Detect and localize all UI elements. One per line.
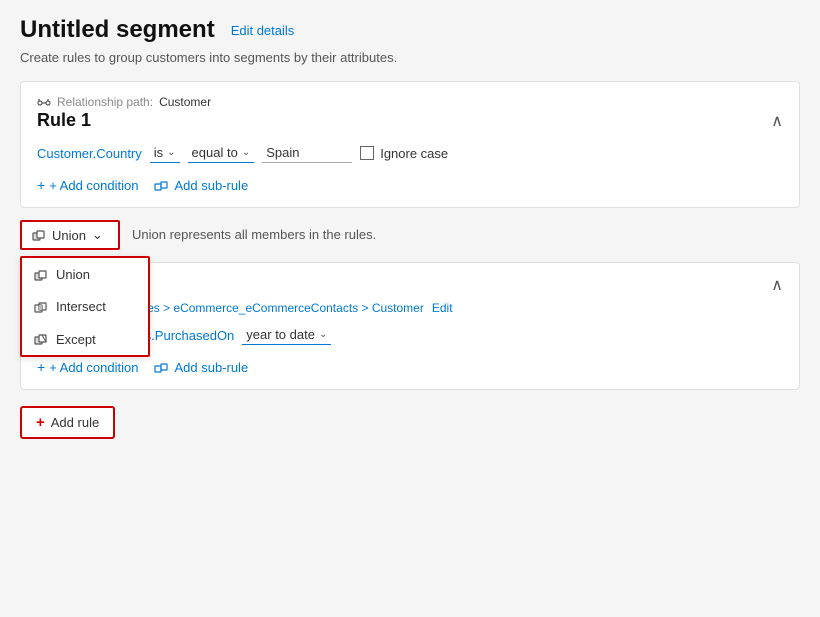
dropdown-item-union[interactable]: Union: [22, 258, 148, 290]
page-title: Untitled segment: [20, 16, 215, 44]
intersect-option-icon: [34, 299, 48, 315]
ignore-case-row: Ignore case: [360, 146, 448, 161]
intersect-option-label: Intersect: [56, 299, 106, 314]
rule1-collapse-icon[interactable]: ∧: [771, 111, 783, 131]
rule1-condition-row: Customer.Country is ⌄ equal to ⌄ Ignore …: [37, 143, 783, 163]
rule1-operator-is[interactable]: is ⌄: [150, 143, 180, 163]
rule1-title: Rule 1: [37, 110, 91, 131]
plus-icon: +: [37, 177, 45, 193]
relationship-value: Customer: [159, 95, 211, 109]
operator-equal-chevron: ⌄: [242, 147, 250, 158]
rule2-action-row: + + Add condition Add sub-rule: [37, 359, 783, 375]
rule2-operator[interactable]: year to date ⌄: [242, 325, 331, 345]
relationship-bar: Relationship path: Customer: [37, 94, 783, 110]
rule2-subrule-icon: [154, 360, 168, 376]
rule2-add-condition-label: + Add condition: [49, 360, 138, 375]
page-wrapper: Untitled segment Edit details Create rul…: [0, 0, 820, 455]
relationship-icon: [37, 94, 51, 110]
union-section: Union ⌄ Union: [20, 220, 800, 250]
rule1-add-condition-button[interactable]: + + Add condition: [37, 177, 138, 193]
union-dropdown-menu: Union Intersect: [20, 256, 150, 357]
add-subrule-label: Add sub-rule: [174, 178, 248, 193]
rule1-value-input[interactable]: [262, 143, 352, 163]
union-chevron-icon: ⌄: [92, 227, 103, 243]
rule1-operator-equal[interactable]: equal to ⌄: [188, 143, 255, 163]
ignore-case-label: Ignore case: [380, 146, 448, 161]
add-rule-button[interactable]: + Add rule: [20, 406, 115, 439]
union-button-icon: [32, 228, 46, 244]
union-description: Union represents all members in the rule…: [132, 220, 376, 242]
subrule-icon: [154, 178, 168, 194]
edit-details-link[interactable]: Edit details: [231, 23, 295, 38]
operator-is-chevron: ⌄: [167, 147, 175, 158]
page-title-row: Untitled segment Edit details: [20, 16, 800, 44]
rule2-add-subrule-label: Add sub-rule: [174, 360, 248, 375]
dropdown-item-intersect[interactable]: Intersect: [22, 291, 148, 323]
add-rule-plus-icon: +: [36, 414, 45, 431]
page-subtitle: Create rules to group customers into seg…: [20, 50, 800, 65]
add-rule-label: Add rule: [51, 415, 99, 430]
rule2-edit-link[interactable]: Edit: [432, 301, 453, 315]
union-option-label: Union: [56, 267, 90, 282]
add-condition-label: + Add condition: [49, 178, 138, 193]
union-dropdown-wrapper: Union ⌄ Union: [20, 220, 120, 250]
rule1-action-row: + + Add condition Add sub-rule: [37, 177, 783, 193]
rule2-collapse-icon[interactable]: ∧: [771, 275, 783, 295]
rule2-add-condition-button[interactable]: + + Add condition: [37, 359, 138, 375]
except-option-icon: [34, 331, 48, 347]
rule2-add-subrule-button[interactable]: Add sub-rule: [154, 360, 248, 376]
union-button[interactable]: Union ⌄: [20, 220, 120, 250]
union-button-label: Union: [52, 228, 86, 243]
ignore-case-checkbox[interactable]: [360, 146, 374, 160]
rule2-plus-icon: +: [37, 359, 45, 375]
union-option-icon: [34, 266, 48, 282]
rule1-add-subrule-button[interactable]: Add sub-rule: [154, 178, 248, 194]
rule1-header: Rule 1 ∧: [37, 110, 783, 131]
dropdown-item-except[interactable]: Except: [22, 323, 148, 355]
rule1-field: Customer.Country: [37, 146, 142, 161]
except-option-label: Except: [56, 332, 96, 347]
rule1-card: Relationship path: Customer Rule 1 ∧ Cus…: [20, 81, 800, 208]
rule2-operator-chevron: ⌄: [319, 329, 327, 340]
relationship-label: Relationship path:: [57, 95, 153, 109]
